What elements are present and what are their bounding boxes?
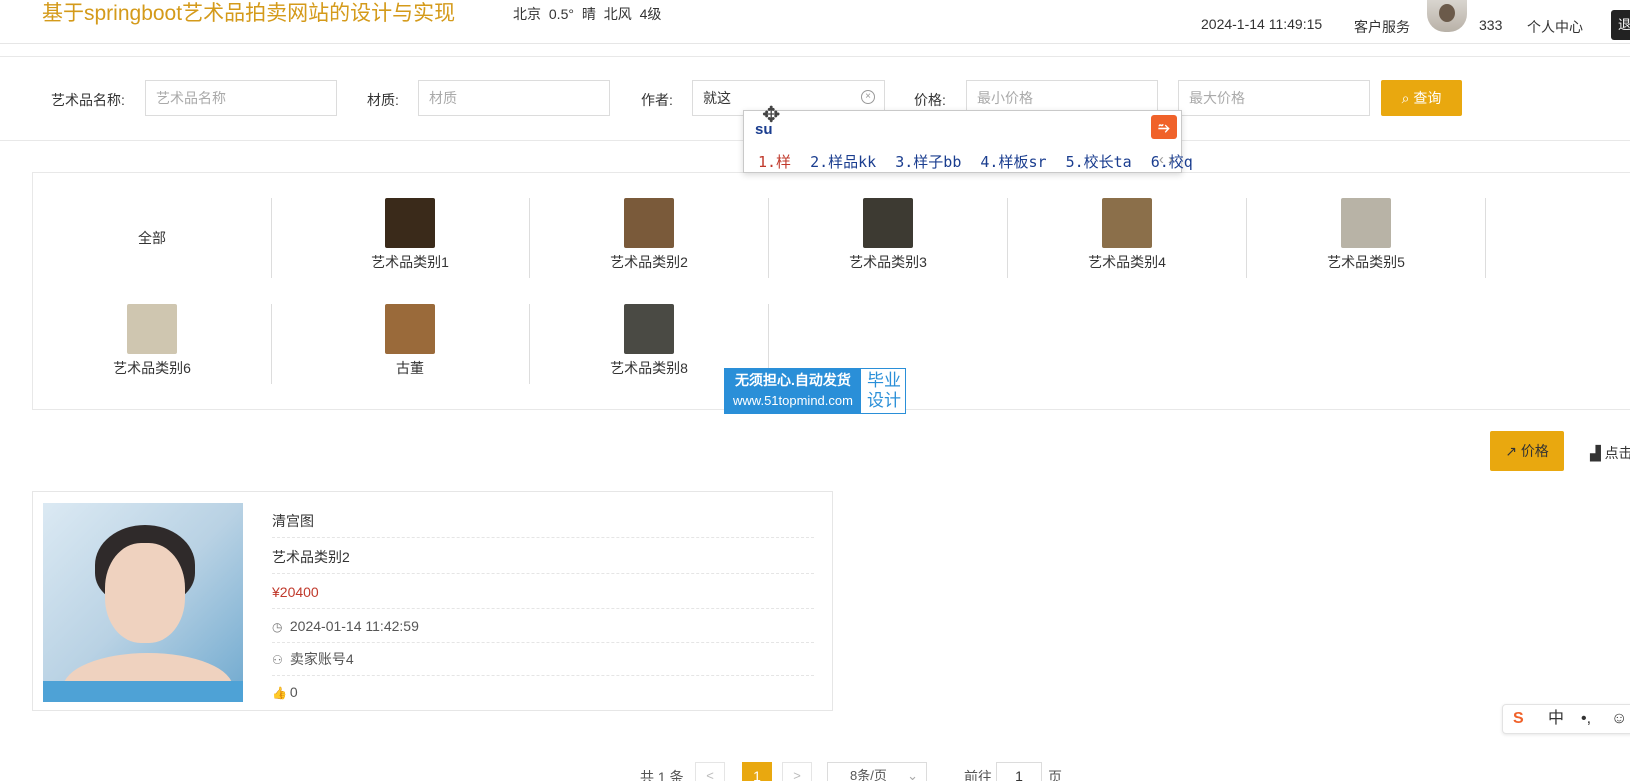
ime-page-arrows[interactable]: ‹ ›: [1159, 151, 1173, 168]
ime-candidate[interactable]: 4.样板sr: [980, 153, 1046, 171]
item-card[interactable]: 清宫图 艺术品类别2 ¥20400 ◷ 2024-01-14 11:42:59 …: [32, 491, 833, 711]
ime-candidate-popup: su ⥲ 1.样 2.样品kk 3.样子bb 4.样板sr 5.校长ta 6.校…: [743, 110, 1193, 173]
trend-icon: ↗: [1505, 443, 1517, 459]
pagination-total: 共 1 条: [640, 769, 684, 781]
category-label: 艺术品类别1: [371, 254, 449, 270]
category-item[interactable]: 艺术品类别3: [769, 198, 1008, 278]
category-label: 全部: [138, 230, 166, 246]
divider: [0, 56, 1630, 57]
category-thumbnail: [624, 198, 674, 248]
category-label: 艺术品类别3: [849, 254, 927, 270]
watermark-line1: 无须担心.自动发货: [735, 372, 851, 388]
clock-icon: ◷: [272, 620, 283, 634]
watermark-right: 毕业设计: [867, 371, 901, 410]
category-item[interactable]: 艺术品类别4: [1008, 198, 1247, 278]
item-title: 清宫图: [272, 504, 814, 538]
search-icon: ⌕: [1401, 90, 1410, 106]
sort-click-button[interactable]: ▟ 点击: [1590, 443, 1630, 463]
material-label: 材质:: [367, 92, 399, 108]
category-item-all[interactable]: 全部: [33, 198, 272, 278]
category-label: 艺术品类别2: [610, 254, 688, 270]
item-price: ¥20400: [272, 575, 814, 609]
item-time-row: ◷ 2024-01-14 11:42:59: [272, 609, 814, 643]
chevron-down-icon: ⌄: [907, 768, 918, 781]
item-seller: 卖家账号4: [289, 651, 354, 667]
ime-candidate[interactable]: 1.样: [758, 153, 791, 171]
sort-price-button[interactable]: ↗ 价格: [1490, 431, 1564, 471]
watermark-line2: www.51topmind.com: [733, 393, 853, 408]
site-title: 基于springboot艺术品拍卖网站的设计与实现: [42, 2, 456, 25]
category-thumbnail: [385, 304, 435, 354]
item-image[interactable]: [43, 503, 243, 702]
item-category: 艺术品类别2: [272, 540, 814, 574]
page-size-select[interactable]: 8条/页 ⌄: [827, 762, 927, 781]
category-item[interactable]: 古董: [291, 304, 530, 384]
ime-punctuation-toggle[interactable]: •,: [1581, 705, 1591, 733]
bar-chart-icon: ▟: [1590, 445, 1601, 461]
ime-logo[interactable]: S: [1513, 705, 1524, 733]
name-input[interactable]: 艺术品名称: [145, 80, 337, 116]
author-label: 作者:: [641, 92, 673, 108]
page-suffix: 页: [1048, 769, 1062, 781]
thumbs-up-icon: 👍: [272, 686, 287, 700]
sort-click-label: 点击: [1604, 445, 1630, 461]
clear-icon[interactable]: ×: [861, 90, 875, 104]
pagination-next-button[interactable]: >: [782, 762, 812, 781]
watermark-banner: 无须担心.自动发货 www.51topmind.com 毕业设计: [724, 368, 906, 414]
goto-label: 前往: [964, 769, 992, 781]
pagination-prev-button[interactable]: <: [695, 762, 725, 781]
category-thumbnail: [385, 198, 435, 248]
category-item[interactable]: 艺术品类别1: [291, 198, 530, 278]
user-icon: ⚇: [272, 653, 283, 667]
goto-page-input[interactable]: 1: [996, 762, 1042, 781]
ime-toolbar: S 中 •, ☺: [1502, 704, 1630, 734]
max-price-input[interactable]: 最大价格: [1178, 80, 1370, 116]
category-thumbnail: [624, 304, 674, 354]
ime-candidates: 1.样 2.样品kk 3.样子bb 4.样板sr 5.校长ta 6.校q: [758, 151, 1203, 172]
move-cursor-icon: ✥: [762, 102, 781, 127]
page-size-value: 8条/页: [850, 768, 887, 781]
item-seller-row: ⚇ 卖家账号4: [272, 642, 814, 676]
category-item[interactable]: 艺术品类别6: [33, 304, 272, 384]
category-label: 艺术品类别4: [1088, 254, 1166, 270]
ime-candidate[interactable]: 3.样子bb: [895, 153, 961, 171]
item-likes-row: 👍 0: [272, 675, 814, 709]
item-time: 2024-01-14 11:42:59: [289, 618, 419, 634]
category-thumbnail: [127, 304, 177, 354]
ime-candidate[interactable]: 5.校长ta: [1066, 153, 1132, 171]
personal-center-link[interactable]: 个人中心: [1527, 17, 1583, 37]
category-thumbnail: [863, 198, 913, 248]
material-input[interactable]: 材质: [418, 80, 610, 116]
category-item[interactable]: 艺术品类别2: [530, 198, 769, 278]
pagination-current-page[interactable]: 1: [742, 762, 772, 781]
username: 333: [1479, 17, 1503, 33]
category-thumbnail: [1102, 198, 1152, 248]
top-bar: 基于springboot艺术品拍卖网站的设计与实现 北京 0.5° 晴 北风 4…: [0, 0, 1630, 44]
query-button[interactable]: ⌕ 查询: [1381, 80, 1462, 116]
category-thumbnail: [1341, 198, 1391, 248]
ime-logo-icon: ⥲: [1151, 115, 1177, 139]
category-item[interactable]: 艺术品类别5: [1247, 198, 1486, 278]
logout-button[interactable]: 退: [1611, 10, 1630, 40]
item-likes: 0: [289, 684, 298, 700]
price-label: 价格:: [914, 92, 946, 108]
watermark-left: 无须担心.自动发货 www.51topmind.com: [725, 369, 861, 413]
category-label: 艺术品类别6: [113, 360, 191, 376]
query-button-label: 查询: [1413, 90, 1442, 106]
ime-language-toggle[interactable]: 中: [1548, 705, 1564, 733]
emoji-icon[interactable]: ☺: [1611, 705, 1627, 733]
category-label: 古董: [396, 360, 424, 376]
avatar[interactable]: [1427, 0, 1467, 32]
ime-candidate[interactable]: 2.样品kk: [810, 153, 876, 171]
datetime: 2024-1-14 11:49:15: [1201, 16, 1323, 32]
sort-price-label: 价格: [1520, 443, 1549, 459]
weather-info: 北京 0.5° 晴 北风 4级: [513, 6, 662, 22]
name-label: 艺术品名称:: [51, 92, 125, 108]
customer-service-link[interactable]: 客户服务: [1354, 17, 1410, 37]
category-label: 艺术品类别5: [1327, 254, 1405, 270]
